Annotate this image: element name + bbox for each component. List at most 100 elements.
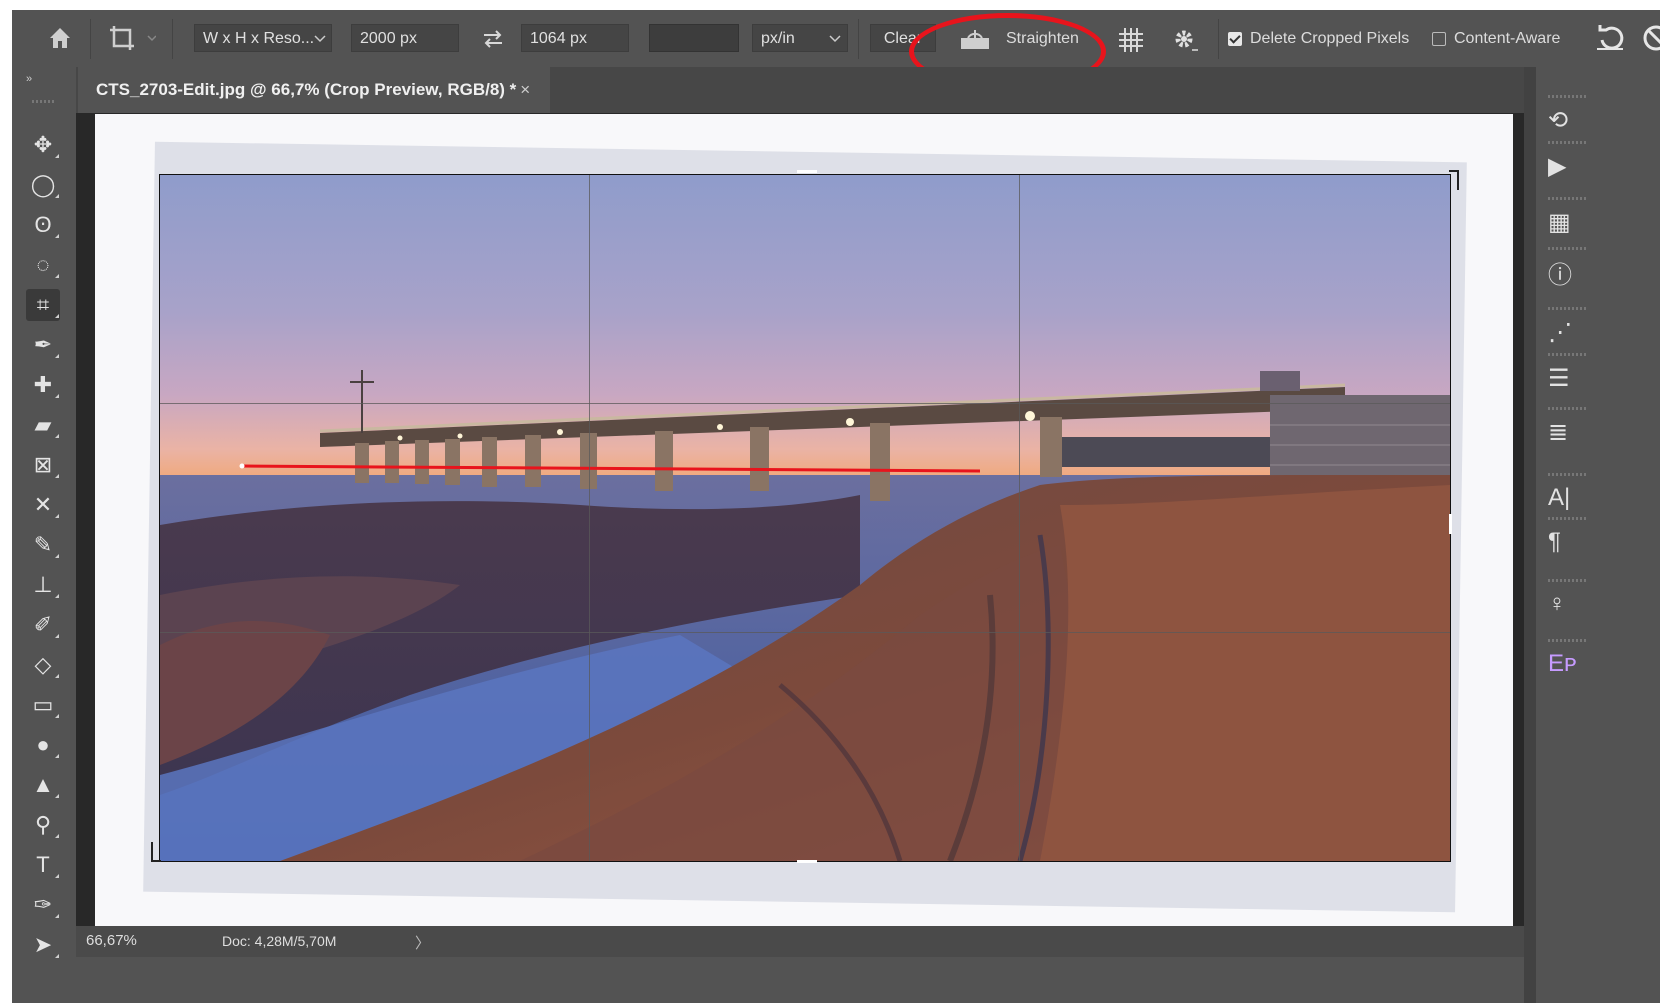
blur-icon: ● — [36, 732, 50, 757]
eyedropper-tool[interactable]: ✒ — [26, 329, 60, 361]
document-tab-title: CTS_2703-Edit.jpg @ 66,7% (Crop Preview,… — [96, 80, 517, 99]
panel-dock: ⟲ ▶ ▦ ⓘ ⋰ ☰ ≣ A| ¶ ♀ Eᴘ — [1524, 67, 1660, 1003]
actions-panel-icon[interactable]: ▶ — [1548, 151, 1588, 181]
history-brush-tool[interactable]: ✐ — [26, 609, 60, 641]
clone-stamp-tool[interactable]: ⊥ — [26, 569, 60, 601]
paragraph-panel-icon[interactable]: ¶ — [1548, 527, 1588, 557]
patch-icon: ▰ — [34, 412, 52, 437]
status-menu-arrow-icon[interactable]: 〉 — [415, 932, 430, 953]
pen-tool[interactable]: ✑ — [26, 889, 60, 921]
quick-selection-icon: ◌ — [36, 252, 50, 277]
crop-handle-right[interactable] — [1449, 514, 1452, 534]
history-panel-icon[interactable]: ⟲ — [1548, 105, 1588, 135]
grid-line — [160, 632, 1450, 633]
ratio-select[interactable]: W x H x Reso... — [194, 24, 332, 52]
document-tab[interactable]: CTS_2703-Edit.jpg @ 66,7% (Crop Preview,… — [78, 67, 550, 113]
close-tab-icon[interactable]: × — [520, 80, 530, 100]
crop-preview-photo[interactable] — [159, 174, 1451, 862]
quick-selection-tool[interactable]: ◌ — [26, 249, 60, 281]
eraser-tool[interactable]: ◇ — [26, 649, 60, 681]
lasso-icon: ʘ — [34, 212, 52, 237]
options-bar: W x H x Reso... 2000 px 1064 px px/in Cl… — [12, 10, 1660, 90]
marquee-icon: ◯ — [30, 172, 56, 197]
chevron-down-icon — [829, 35, 841, 43]
content-aware-move-tool[interactable]: ✕ — [26, 489, 60, 521]
zoom-level[interactable]: 66,67% — [86, 932, 137, 949]
artboard — [95, 114, 1513, 926]
unit-select[interactable]: px/in — [752, 24, 848, 52]
chevron-down-icon — [314, 35, 326, 43]
sharpen-tool[interactable]: ▲ — [26, 769, 60, 801]
crop-tool[interactable]: ⌗ — [26, 289, 60, 321]
type-tool[interactable]: T — [26, 849, 60, 881]
sharpen-icon: ▲ — [32, 772, 54, 797]
brush-icon: ✎ — [33, 532, 53, 557]
reset-icon[interactable] — [1594, 22, 1628, 54]
grid-line — [160, 403, 1450, 404]
brushes-panel-icon[interactable]: ⋰ — [1548, 317, 1588, 347]
photoshop-window: W x H x Reso... 2000 px 1064 px px/in Cl… — [12, 10, 1660, 1003]
clone-stamp-icon: ⊥ — [33, 572, 53, 597]
adjustments-panel-icon[interactable]: ☰ — [1548, 363, 1588, 393]
history-brush-icon: ✐ — [33, 612, 53, 637]
canvas-area[interactable] — [76, 113, 1524, 926]
clear-button[interactable]: Clear — [870, 24, 936, 52]
dodge-tool[interactable]: ⚲ — [26, 809, 60, 841]
properties-panel-icon[interactable]: ≣ — [1548, 417, 1588, 447]
healing-brush-icon: ✚ — [33, 372, 53, 397]
brush-tool[interactable]: ✎ — [26, 529, 60, 561]
move-tool[interactable]: ✥ — [26, 129, 60, 161]
document-tab-bar: CTS_2703-Edit.jpg @ 66,7% (Crop Preview,… — [76, 67, 1524, 113]
expand-panel-icon[interactable]: » — [26, 73, 32, 85]
gradient-icon: ▭ — [32, 692, 54, 717]
gradient-tool[interactable]: ▭ — [26, 689, 60, 721]
grid-overlay-icon[interactable] — [1116, 25, 1146, 55]
crop-handle-bottom[interactable] — [797, 860, 817, 863]
healing-brush-tool[interactable]: ✚ — [26, 369, 60, 401]
lasso-tool[interactable]: ʘ — [26, 209, 60, 241]
patch-tool[interactable]: ▰ — [26, 409, 60, 441]
grid-line — [1019, 175, 1020, 861]
width-input[interactable]: 2000 px — [351, 24, 459, 52]
cancel-icon[interactable] — [1640, 22, 1660, 54]
pen-icon: ✑ — [33, 892, 53, 917]
crop-icon: ⌗ — [36, 292, 50, 317]
panel-grip[interactable] — [32, 100, 56, 103]
frame-tool[interactable]: ⊠ — [26, 449, 60, 481]
crop-preset-tool-icon[interactable] — [106, 22, 157, 54]
content-aware-move-icon: ✕ — [33, 492, 53, 517]
delete-cropped-checkbox[interactable] — [1228, 32, 1242, 46]
eraser-icon: ◇ — [34, 652, 52, 677]
crop-handle-top-right[interactable] — [1449, 170, 1459, 190]
eyedropper-icon: ✒ — [33, 332, 53, 357]
plugin-panel-icon[interactable]: Eᴘ — [1548, 649, 1588, 679]
tools-panel: » ✥ ◯ ʘ ◌ ⌗ ✒ ✚ ▰ ⊠ ✕ ✎ ⊥ ✐ ◇ ▭ ● ▲ ⚲ T ✑ ➤ — [12, 67, 76, 1003]
seascape-image — [160, 370, 1450, 861]
status-bar: 66,67% Doc: 4,28M/5,70M 〉 — [76, 926, 1524, 957]
height-input[interactable]: 1064 px — [521, 24, 629, 52]
swap-icon[interactable] — [480, 26, 506, 52]
blur-tool[interactable]: ● — [26, 729, 60, 761]
resolution-input[interactable] — [649, 24, 739, 52]
path-selection-tool[interactable]: ➤ — [26, 929, 60, 961]
libraries-panel-icon[interactable]: ▦ — [1548, 207, 1588, 237]
delete-cropped-label: Delete Cropped Pixels — [1250, 30, 1410, 47]
straighten-icon[interactable] — [958, 28, 994, 52]
move-icon: ✥ — [33, 132, 53, 157]
dodge-icon: ⚲ — [34, 812, 52, 837]
type-icon: T — [36, 852, 50, 877]
crop-handle-bottom-left[interactable] — [151, 842, 161, 862]
content-aware-checkbox[interactable] — [1432, 32, 1446, 46]
path-selection-icon: ➤ — [33, 932, 53, 957]
grid-line — [589, 175, 590, 861]
straighten-button[interactable]: Straighten — [1006, 30, 1079, 48]
doc-size-info: Doc: 4,28M/5,70M — [222, 933, 337, 949]
home-icon[interactable] — [46, 24, 74, 52]
crop-handle-top[interactable] — [797, 170, 817, 173]
info-panel-icon[interactable]: ⓘ — [1548, 257, 1588, 289]
marquee-tool[interactable]: ◯ — [26, 169, 60, 201]
settings-gear-icon[interactable] — [1170, 25, 1200, 55]
learn-panel-icon[interactable]: ♀ — [1548, 589, 1588, 619]
character-panel-icon[interactable]: A| — [1548, 483, 1588, 513]
content-aware-label: Content-Aware — [1454, 30, 1561, 47]
